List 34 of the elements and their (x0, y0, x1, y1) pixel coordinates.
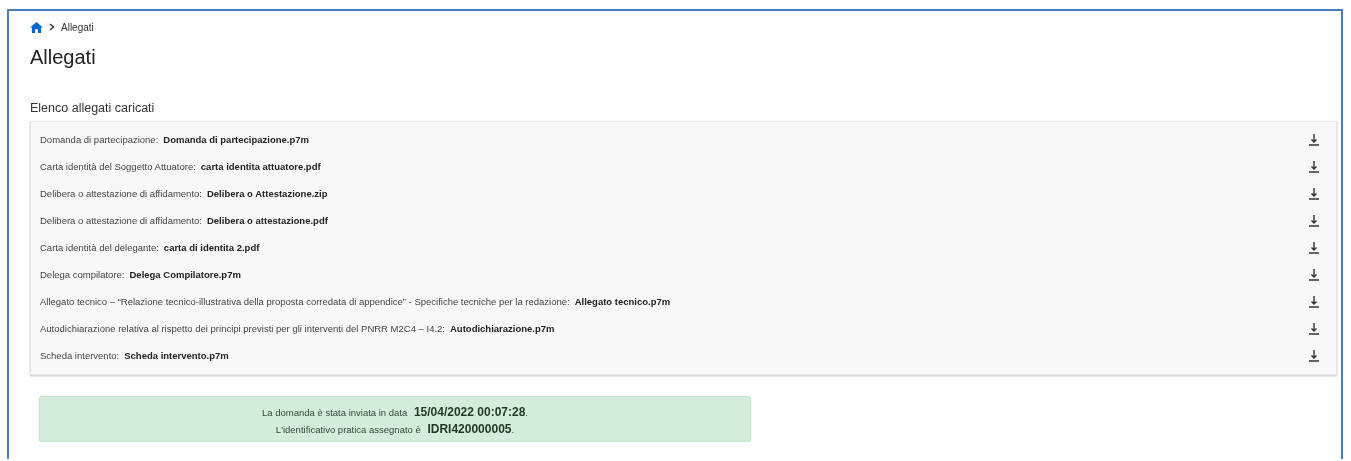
file-name: Domanda di partecipazione.p7m (163, 134, 309, 145)
download-icon[interactable] (1308, 133, 1320, 146)
attachment-label: Delega compilatore: (40, 269, 125, 280)
download-icon[interactable] (1308, 295, 1320, 308)
attachment-label: Delibera o attestazione di affidamento: (40, 215, 202, 226)
download-icon[interactable] (1308, 349, 1320, 362)
attachment-label: Autodichiarazione relativa al rispetto dei principi previsti per gli interventi del PNRR M2C4 – I4.2: (40, 323, 445, 334)
attachment-label: Carta identità del Soggetto Attuatore: (40, 161, 196, 172)
page-title: Allegati (30, 45, 97, 69)
section-title: Elenco allegati caricati (30, 101, 156, 115)
download-icon[interactable] (1308, 160, 1320, 173)
file-name: Scheda intervento.p7m (124, 350, 229, 361)
attachment-label: Allegato tecnico – “Relazione tecnico-illustrativa della proposta corredata di appendice” - Specifiche tecniche per la redazione: (40, 296, 570, 307)
attachment-label: Domanda di partecipazione: (40, 134, 159, 145)
file-name: Delega Compilatore.p7m (129, 269, 241, 280)
download-icon[interactable] (1308, 187, 1320, 200)
file-name: carta identita attuatore.pdf (200, 161, 321, 172)
alert-message: La domanda è stata inviata in data 15/04/2022 00:07:28. (262, 405, 528, 419)
file-name: Allegato tecnico.p7m (574, 296, 671, 307)
download-icon[interactable] (1308, 214, 1320, 227)
attachment-label: Delibera o attestazione di affidamento: (40, 188, 202, 199)
attachment-label: Scheda intervento: (40, 350, 120, 361)
file-name: Delibera o attestazione.pdf (206, 215, 328, 226)
home-icon[interactable] (30, 21, 43, 33)
download-icon[interactable] (1308, 268, 1320, 281)
download-icon[interactable] (1308, 241, 1320, 254)
file-name: Delibera o Attestazione.zip (206, 188, 328, 199)
alert-message: L'identificativo pratica assegnato è IDRI420000005. (275, 422, 515, 436)
file-name: carta di identita 2.pdf (163, 242, 260, 253)
file-name: Autodichiarazione.p7m (450, 323, 555, 334)
download-icon[interactable] (1308, 322, 1320, 335)
chevron-icon (49, 23, 55, 31)
attachment-label: Carta identità del delegante: (40, 242, 159, 253)
breadcrumb-item: Allegati (61, 21, 94, 33)
